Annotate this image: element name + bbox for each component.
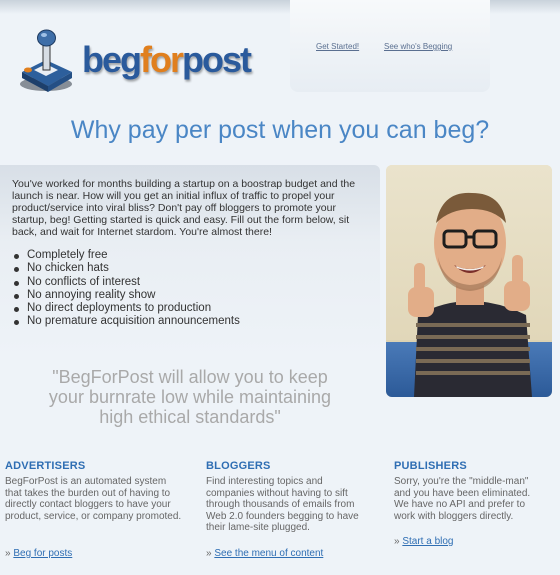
feature-list: Completely free No chicken hats No confl… [12,249,240,329]
menu-of-content-link[interactable]: See the menu of content [214,548,323,559]
advertisers-column: ADVERTISERS BegForPost is an automated s… [5,460,185,559]
top-nav: Get Started! See who's Begging [290,0,490,92]
feature-item: No chicken hats [12,262,240,275]
beg-for-posts-link[interactable]: Beg for posts [13,548,72,559]
joystick-icon [20,29,72,92]
feature-item: Completely free [12,249,240,262]
bloggers-link-row: » See the menu of content [206,548,323,559]
bloggers-column: BLOGGERS Find interesting topics and com… [206,460,371,559]
bloggers-text: Find interesting topics and companies wi… [206,476,359,534]
founder-photo [386,165,552,397]
logo[interactable]: begforpost [14,22,254,94]
feature-item: No premature acquisition announcements [12,315,240,328]
publishers-text: Sorry, you're the "middle-man" and you h… [394,476,531,522]
get-started-link[interactable]: Get Started! [316,42,359,51]
logo-part-beg: beg [82,39,142,80]
logo-part-post: post [182,39,252,80]
advertisers-link-row: » Beg for posts [5,548,72,559]
publishers-column: PUBLISHERS Sorry, you're the "middle-man… [394,460,544,547]
start-a-blog-link[interactable]: Start a blog [402,536,453,547]
see-begging-link[interactable]: See who's Begging [384,42,452,51]
logo-part-for: for [140,39,184,80]
page-headline: Why pay per post when you can beg? [70,116,490,144]
bloggers-heading: BLOGGERS [206,460,271,472]
person-illustration [408,192,532,397]
link-arrow-icon: » [394,536,400,547]
link-arrow-icon: » [5,548,11,559]
testimonial-quote: "BegForPost will allow you to keep your … [48,367,332,427]
feature-item: No conflicts of interest [12,276,240,289]
publishers-link-row: » Start a blog [394,536,454,547]
advertisers-heading: ADVERTISERS [5,460,86,472]
publishers-heading: PUBLISHERS [394,460,467,472]
feature-item: No annoying reality show [12,289,240,302]
link-arrow-icon: » [206,548,212,559]
intro-panel: You've worked for months building a star… [0,165,380,359]
logo-wordmark: begforpost [82,39,252,80]
feature-item: No direct deployments to production [12,302,240,315]
intro-paragraph: You've worked for months building a star… [12,178,356,238]
advertisers-text: BegForPost is an automated system that t… [5,476,182,522]
